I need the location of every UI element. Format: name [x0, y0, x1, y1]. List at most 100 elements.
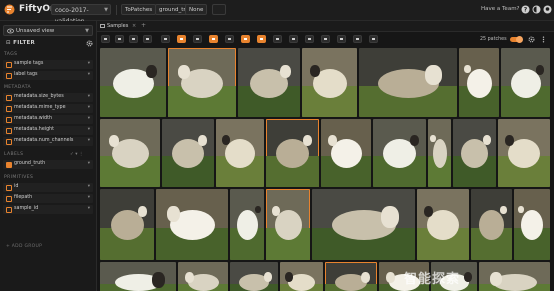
sample-thumbnail[interactable]: [498, 119, 550, 187]
sample-thumbnail[interactable]: [373, 119, 426, 187]
operators-button[interactable]: [209, 35, 218, 43]
chevron-down-icon[interactable]: ▾: [88, 206, 90, 211]
add-group-button[interactable]: + ADD GROUP: [6, 244, 42, 249]
tab-samples[interactable]: Samples: [100, 23, 128, 29]
clips-button[interactable]: [143, 35, 152, 43]
settings-button[interactable]: [225, 35, 234, 43]
view-stage-chip-other[interactable]: None: [185, 4, 208, 15]
sample-thumbnail[interactable]: [312, 189, 415, 260]
display-options-button[interactable]: [273, 35, 282, 43]
chevron-down-icon[interactable]: ▾: [88, 72, 90, 77]
more-options-icon[interactable]: [540, 36, 547, 43]
help-icon[interactable]: ?: [521, 5, 530, 14]
sample-thumbnail[interactable]: [162, 119, 214, 187]
checkbox[interactable]: [6, 139, 12, 145]
grid-view-button[interactable]: [289, 35, 298, 43]
sample-thumbnail[interactable]: [321, 119, 371, 187]
checkbox-checked[interactable]: [6, 162, 12, 168]
play-button[interactable]: [353, 35, 362, 43]
close-icon[interactable]: ×: [132, 23, 136, 29]
video-button[interactable]: [321, 35, 330, 43]
field-row-height[interactable]: metadata.height ▾: [3, 126, 93, 135]
gear-icon[interactable]: [86, 40, 93, 47]
checkbox[interactable]: [6, 73, 12, 79]
field-visibility-button[interactable]: [257, 35, 266, 43]
field-row-sample-id[interactable]: sample_id ▾: [3, 205, 93, 214]
sample-thumbnail[interactable]: [100, 119, 160, 187]
sample-thumbnail[interactable]: [168, 48, 236, 117]
sample-thumbnail[interactable]: [453, 119, 496, 187]
field-row-size-bytes[interactable]: metadata.size_bytes ▾: [3, 93, 93, 102]
checkbox[interactable]: [6, 128, 12, 134]
sample-thumbnail[interactable]: [325, 262, 377, 291]
sample-thumbnail[interactable]: [471, 189, 512, 260]
sample-thumbnail[interactable]: [216, 119, 264, 187]
patches-button[interactable]: [129, 35, 138, 43]
field-row-width[interactable]: metadata.width ▾: [3, 115, 93, 124]
chevron-down-icon[interactable]: ▾: [88, 61, 90, 66]
sample-thumbnail[interactable]: [230, 262, 278, 291]
field-row-label-tags[interactable]: label tags ▾: [3, 71, 93, 80]
checkbox[interactable]: [6, 196, 12, 202]
field-row-ground-truth[interactable]: ground_truth ▾: [3, 160, 93, 169]
settings-icon[interactable]: [528, 36, 535, 43]
field-row-num-channels[interactable]: metadata.num_channels ▾: [3, 137, 93, 146]
checkbox[interactable]: [6, 106, 12, 112]
field-row-mime-type[interactable]: metadata.mime_type ▾: [3, 104, 93, 113]
view-stage-input[interactable]: [212, 4, 226, 15]
checkbox[interactable]: [6, 95, 12, 101]
view-stage-chip-topatches[interactable]: ToPatches: [121, 4, 157, 15]
checkbox[interactable]: [6, 185, 12, 191]
section-controls[interactable]: ✓ ▾ ⋮: [70, 152, 83, 157]
sample-thumbnail[interactable]: [280, 262, 323, 291]
field-row-sample-tags[interactable]: sample tags ▾: [3, 60, 93, 69]
table-button[interactable]: [337, 35, 346, 43]
sample-thumbnail[interactable]: [359, 48, 457, 117]
theme-toggle-icon[interactable]: [532, 5, 541, 14]
github-icon[interactable]: [543, 5, 552, 14]
chevron-down-icon[interactable]: ▾: [88, 116, 90, 121]
chevron-down-icon[interactable]: ▾: [88, 138, 90, 143]
zoom-toggle[interactable]: [510, 36, 523, 43]
chevron-down-icon[interactable]: ▾: [88, 127, 90, 132]
bookmark-button[interactable]: [177, 35, 186, 43]
team-link[interactable]: Have a Team?: [481, 6, 519, 12]
sample-thumbnail[interactable]: [302, 48, 357, 117]
sample-thumbnail[interactable]: [178, 262, 228, 291]
chevron-down-icon[interactable]: ▾: [88, 195, 90, 200]
sample-thumbnail[interactable]: [266, 119, 319, 187]
patches-count: 25 patches: [480, 37, 507, 42]
add-tab-icon[interactable]: +: [141, 22, 146, 29]
sidebar-toggle-button[interactable]: [101, 35, 110, 43]
sample-thumbnail[interactable]: [501, 48, 550, 117]
checkbox[interactable]: [6, 117, 12, 123]
sample-thumbnail[interactable]: [428, 119, 451, 187]
field-row-id[interactable]: id ▾: [3, 183, 93, 192]
sample-thumbnail[interactable]: [238, 48, 300, 117]
sample-thumbnail[interactable]: [230, 189, 264, 260]
sample-thumbnail[interactable]: [459, 48, 499, 117]
chevron-down-icon[interactable]: ▾: [88, 161, 90, 166]
sample-thumbnail[interactable]: [479, 262, 550, 291]
sort-button[interactable]: [161, 35, 170, 43]
similarity-button[interactable]: [193, 35, 202, 43]
sample-thumbnail[interactable]: [514, 189, 550, 260]
sample-thumbnail[interactable]: [156, 189, 228, 260]
list-button[interactable]: [369, 35, 378, 43]
field-row-filepath[interactable]: filepath ▾: [3, 194, 93, 203]
sample-thumbnail[interactable]: [100, 48, 166, 117]
checkbox[interactable]: [6, 62, 12, 68]
checkbox[interactable]: [6, 207, 12, 213]
sample-thumbnail[interactable]: [266, 189, 310, 260]
sample-thumbnail[interactable]: [100, 262, 176, 291]
chevron-down-icon[interactable]: ▾: [88, 105, 90, 110]
sample-thumbnail[interactable]: [100, 189, 154, 260]
tag-button[interactable]: [115, 35, 124, 43]
map-button[interactable]: [305, 35, 314, 43]
chevron-down-icon[interactable]: ▾: [88, 94, 90, 99]
saved-view-select[interactable]: Unsaved view ▼: [3, 25, 93, 36]
sample-thumbnail[interactable]: [417, 189, 469, 260]
color-scheme-button[interactable]: [241, 35, 250, 43]
chevron-down-icon[interactable]: ▾: [88, 184, 90, 189]
dataset-select[interactable]: coco-2017-validation ▼: [51, 4, 111, 25]
